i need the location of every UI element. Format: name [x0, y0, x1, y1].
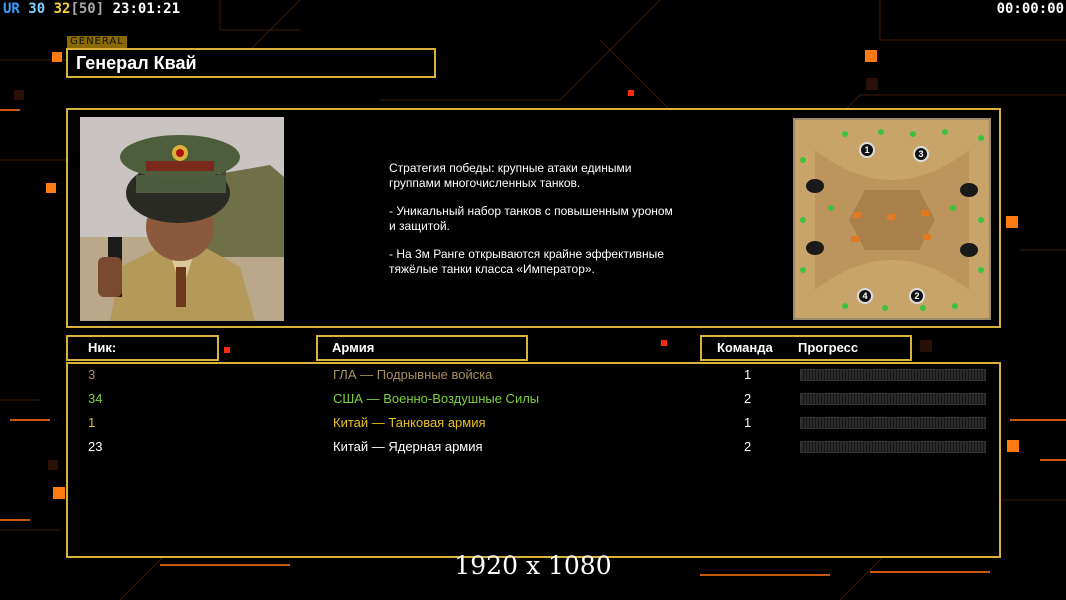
header-army: Армия	[316, 335, 528, 361]
player-nick: 34	[88, 391, 103, 406]
player-row: 3 ГЛА — Подрывные войска 1	[68, 364, 999, 388]
general-name: Генерал Квай	[66, 48, 436, 78]
map-preview: 1 3 4 2	[793, 118, 991, 320]
player-army: Китай — Ядерная армия	[333, 439, 483, 454]
player-nick: 23	[88, 439, 103, 454]
resolution-label: 1920 x 1080	[454, 551, 612, 580]
player-team: 2	[744, 439, 752, 454]
progress-bar	[800, 393, 986, 405]
header-progress: Прогресс	[798, 340, 859, 355]
hud-value-2: 32	[53, 1, 71, 17]
player-nick: 3	[88, 367, 96, 382]
progress-bar	[800, 441, 986, 453]
general-portrait	[80, 117, 284, 321]
player-list: 3 ГЛА — Подрывные войска 1 34 США — Воен…	[66, 362, 1001, 558]
player-army: США — Военно-Воздушные Силы	[333, 391, 540, 406]
player-row: 23 Китай — Ядерная армия 2	[68, 436, 999, 460]
player-team: 1	[744, 415, 752, 430]
description-line: - На 3м Ранге открываются крайне эффекти…	[389, 247, 664, 276]
progress-bar	[800, 417, 986, 429]
hud-clock: 23:01:21	[112, 1, 181, 17]
general-tag: GENERAL	[67, 36, 127, 48]
start-position-2: 2	[909, 288, 925, 304]
header-team: Команда	[717, 340, 773, 355]
hud-value-3: [50]	[70, 1, 105, 17]
general-description: Стратегия победы: крупные атаки едиными …	[389, 161, 709, 290]
player-team: 1	[744, 367, 752, 382]
player-army: Китай — Танковая армия	[333, 415, 486, 430]
player-army: ГЛА — Подрывные войска	[333, 367, 493, 382]
player-row: 34 США — Военно-Воздушные Силы 2	[68, 388, 999, 412]
player-row: 1 Китай — Танковая армия 1	[68, 412, 999, 436]
progress-bar	[800, 369, 986, 381]
player-nick: 1	[88, 415, 96, 430]
hud-timer: 00:00:00	[996, 1, 1064, 17]
description-line: - Уникальный набор танков с повышенным у…	[389, 204, 673, 233]
hud-value-1: 30	[28, 1, 46, 17]
header-team-progress: Команда Прогресс	[700, 335, 912, 361]
hud-rank-tag: UR	[3, 1, 20, 17]
start-position-3: 3	[913, 146, 929, 162]
header-nick: Ник:	[66, 335, 219, 361]
hud-stats: UR 30 32[50] 23:01:21	[3, 1, 180, 17]
start-position-1: 1	[859, 142, 875, 158]
description-line: Стратегия победы: крупные атаки едиными …	[389, 161, 632, 190]
start-position-4: 4	[857, 288, 873, 304]
player-team: 2	[744, 391, 752, 406]
